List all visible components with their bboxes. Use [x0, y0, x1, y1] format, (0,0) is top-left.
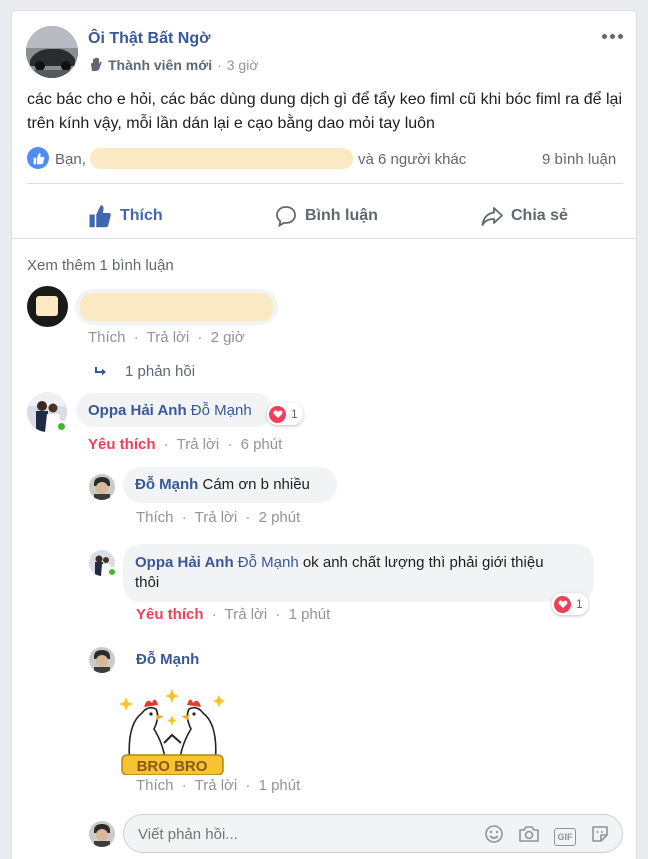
- reply-reply-link[interactable]: Trả lời: [195, 777, 238, 794]
- page-avatar[interactable]: [26, 26, 78, 78]
- loved-link[interactable]: Yêu thích: [136, 606, 204, 623]
- see-more-comments-link[interactable]: Xem thêm 1 bình luận: [27, 257, 174, 274]
- bro-chicken-sticker[interactable]: BRO BRO: [119, 685, 225, 776]
- replier-avatar[interactable]: [89, 647, 115, 673]
- reply-author[interactable]: Đỗ Mạnh: [136, 651, 199, 668]
- reply-actions: Thích · Trả lời · 1 phút: [136, 777, 301, 794]
- reply-arrow-icon: [95, 366, 106, 375]
- view-replies-link[interactable]: 1 phản hồi: [94, 363, 195, 380]
- reply-author[interactable]: Đỗ Mạnh: [135, 476, 198, 493]
- camera-icon[interactable]: [518, 824, 540, 849]
- comment-time[interactable]: 6 phút: [241, 436, 283, 453]
- commenter-avatar[interactable]: [27, 286, 68, 327]
- reply-reply-link[interactable]: Trả lời: [195, 509, 238, 526]
- like-reaction-icon[interactable]: [27, 147, 49, 169]
- online-status-dot: [107, 567, 117, 577]
- car-photo-icon: [26, 26, 78, 78]
- likers-suffix[interactable]: và 6 người khác: [358, 151, 466, 168]
- post-text: các bác cho e hỏi, các bác dùng dung dịc…: [27, 91, 622, 132]
- reply-text-line2: thôi: [135, 574, 160, 591]
- reply-text-line1: ok anh chất lượng thì phải giới thiệu: [302, 554, 544, 571]
- divider: [12, 238, 636, 239]
- comment-bubble: Oppa Hải Anh Đỗ Mạnh: [76, 393, 273, 427]
- love-reaction-badge[interactable]: 1: [552, 593, 588, 615]
- profile-photo-icon: [89, 821, 115, 847]
- online-status-dot: [56, 421, 67, 432]
- reply-actions: Thích · Trả lời · 2 phút: [136, 509, 301, 526]
- post-meta: Thành viên mới · 3 giờ: [88, 57, 259, 73]
- chicken-sticker-icon: BRO BRO: [119, 689, 225, 776]
- replier-avatar[interactable]: [89, 474, 115, 500]
- comment-actions: Thích · Trả lời · 2 giờ: [88, 329, 245, 346]
- heart-icon: [269, 405, 286, 423]
- likers-prefix[interactable]: Bạn,: [55, 151, 86, 168]
- redacted-comment-bubble: [75, 289, 278, 325]
- heart-icon: [554, 595, 571, 613]
- comment-bubble-icon: [276, 206, 296, 227]
- reply-like-link[interactable]: Thích: [136, 509, 174, 526]
- comment-actions: Yêu thích · Trả lời · 6 phút: [88, 436, 283, 453]
- sticker-icon[interactable]: [590, 824, 610, 849]
- reply-time[interactable]: 1 phút: [259, 777, 301, 794]
- comment-reply-link[interactable]: Trả lời: [177, 436, 220, 453]
- reply-time[interactable]: 2 phút: [259, 509, 301, 526]
- comment-button[interactable]: Bình luận: [275, 201, 378, 231]
- more-options-button[interactable]: [602, 27, 626, 45]
- comment-like-link[interactable]: Thích: [88, 329, 126, 346]
- reply-author[interactable]: Oppa Hải Anh: [135, 554, 234, 571]
- love-reaction-badge[interactable]: 1: [267, 403, 303, 425]
- reply-actions: Yêu thích · Trả lời · 1 phút: [136, 606, 331, 623]
- composer-tools: GIF: [470, 824, 610, 849]
- reply-reply-link[interactable]: Trả lời: [225, 606, 268, 623]
- reply-text: Cám ơn b nhiều: [202, 476, 310, 493]
- profile-photo-icon: [89, 474, 115, 500]
- more-dots-icon: [602, 33, 623, 39]
- emoji-icon[interactable]: [484, 824, 504, 849]
- share-arrow-icon: [481, 207, 503, 226]
- like-button[interactable]: Thích: [88, 201, 163, 231]
- comment-reply-link[interactable]: Trả lời: [147, 329, 190, 346]
- current-user-avatar: [89, 821, 115, 847]
- profile-photo-icon: [89, 647, 115, 673]
- reply-time[interactable]: 1 phút: [289, 606, 331, 623]
- loved-link[interactable]: Yêu thích: [88, 436, 156, 453]
- redacted-names: [90, 148, 353, 169]
- new-member-badge[interactable]: Thành viên mới: [108, 57, 212, 73]
- reply-bubble: Oppa Hải Anh Đỗ Mạnh ok anh chất lượng t…: [123, 544, 594, 602]
- mention-tag[interactable]: Đỗ Mạnh: [238, 554, 299, 571]
- gif-icon[interactable]: GIF: [554, 827, 576, 846]
- divider: [27, 183, 623, 184]
- post-card: Ôi Thật Bất Ngờ Thành viên mới · 3 giờ c…: [11, 10, 637, 859]
- comment-count[interactable]: 9 bình luận: [542, 151, 616, 168]
- post-author[interactable]: Ôi Thật Bất Ngờ: [88, 30, 210, 48]
- reply-composer[interactable]: GIF: [123, 814, 623, 853]
- sticker-text: BRO BRO: [137, 758, 208, 775]
- share-button[interactable]: Chia sẻ: [481, 201, 568, 231]
- reply-bubble: Đỗ Mạnh Cám ơn b nhiều: [123, 467, 337, 503]
- thumbs-up-icon: [89, 205, 111, 228]
- new-member-hand-icon: [88, 57, 104, 73]
- post-time[interactable]: 3 giờ: [227, 57, 259, 73]
- comment-author[interactable]: Oppa Hải Anh: [88, 402, 187, 419]
- mention-tag[interactable]: Đỗ Mạnh: [191, 402, 252, 419]
- reply-input[interactable]: [138, 823, 458, 845]
- comment-time[interactable]: 2 giờ: [211, 329, 245, 346]
- reply-like-link[interactable]: Thích: [136, 777, 174, 794]
